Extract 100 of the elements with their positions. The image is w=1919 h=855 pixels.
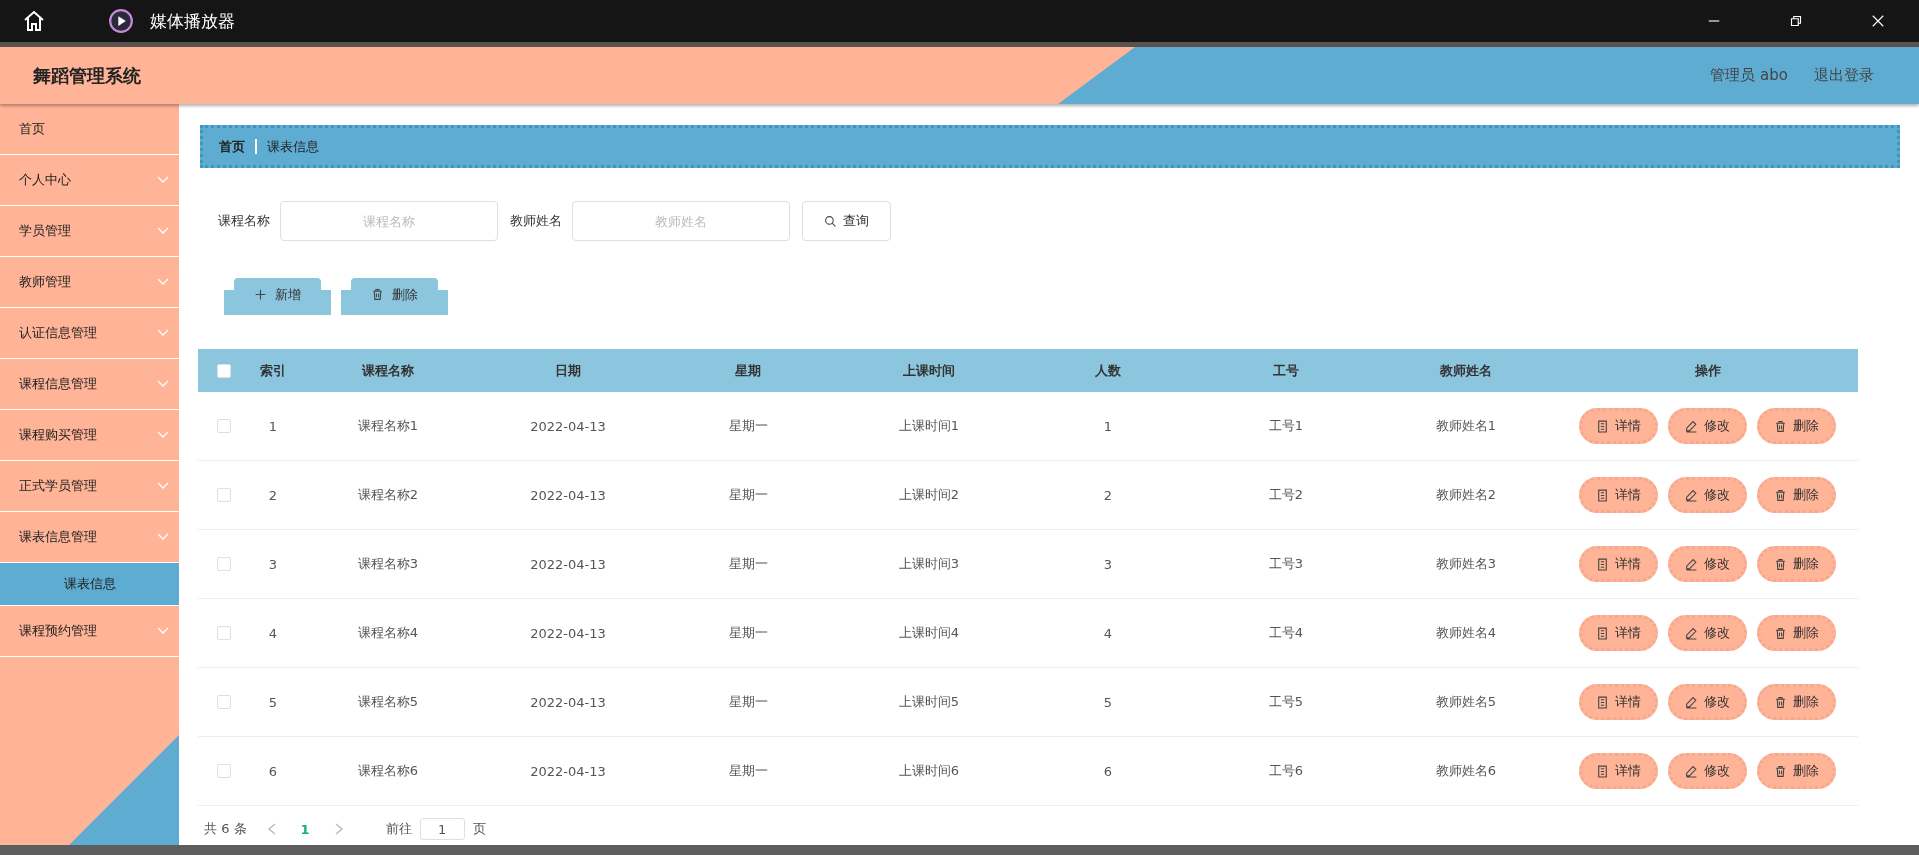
sidebar-item-label: 课程购买管理 [19, 426, 97, 444]
chevron-down-icon [157, 278, 169, 286]
sidebar-menu[interactable]: 学员管理 [0, 206, 179, 257]
details-button[interactable]: 详情 [1579, 546, 1658, 582]
sidebar-menu[interactable]: 课程信息管理 [0, 359, 179, 410]
column-header: 课程名称 [360, 361, 415, 380]
sidebar-menu[interactable]: 个人中心 [0, 155, 179, 206]
details-button[interactable]: 详情 [1579, 753, 1658, 789]
details-button[interactable]: 详情 [1579, 684, 1658, 720]
search-field[interactable]: 教师姓名 [572, 201, 790, 241]
search-field[interactable]: 课程名称 [280, 201, 498, 241]
sidebar-subitem[interactable]: 课表信息 [0, 563, 179, 606]
edit-button[interactable]: 修改 [1668, 408, 1747, 444]
sidebar-item-label: 个人中心 [19, 171, 71, 189]
delete-button[interactable]: 删除 [1757, 684, 1836, 720]
checkbox[interactable] [216, 626, 231, 640]
breadcrumb-item[interactable]: 首页 [219, 137, 245, 156]
checkbox[interactable] [216, 557, 231, 571]
details-button[interactable]: 详情 [1579, 615, 1658, 651]
chevron-down-icon [157, 329, 169, 337]
table-cell-text: 课程名称4 [356, 624, 420, 642]
field-label: 课程名称 [218, 212, 270, 230]
chevron-down-icon [157, 380, 169, 388]
search-button[interactable]: 查询 [802, 201, 891, 241]
trash-icon [1774, 764, 1787, 778]
pencil-icon [1685, 695, 1698, 709]
table-cell-text: 工号6 [1267, 762, 1305, 780]
table-cell-text: 上课时间3 [897, 555, 961, 573]
page-field[interactable]: 1 [419, 818, 465, 840]
table-cell-text: 星期一 [727, 486, 769, 504]
details-button[interactable]: 详情 [1579, 408, 1658, 444]
edit-button[interactable]: 修改 [1668, 546, 1747, 582]
sidebar-menu[interactable]: 正式学员管理 [0, 461, 179, 512]
sidebar-menu[interactable]: 课程购买管理 [0, 410, 179, 461]
document-icon [1596, 626, 1609, 640]
sidebar-item[interactable]: 首页 [0, 104, 179, 155]
table-cell-text: 课程名称2 [356, 486, 420, 504]
document-icon [1596, 695, 1609, 709]
checkbox[interactable] [216, 363, 231, 378]
app-title: 舞蹈管理系统 [33, 63, 141, 88]
search-icon [824, 214, 837, 228]
table-cell-text: 2 [267, 487, 279, 503]
table-cell-text: 2022-04-13 [529, 625, 607, 641]
table-cell-text: 星期一 [727, 693, 769, 711]
table-cell-text: 课程名称6 [356, 762, 420, 780]
checkbox[interactable] [216, 488, 231, 502]
sidebar-menu[interactable]: 认证信息管理 [0, 308, 179, 359]
trash-icon [1774, 488, 1787, 502]
chevron-down-icon [157, 533, 169, 541]
document-icon [1596, 488, 1609, 502]
table-cell-text: 2022-04-13 [529, 556, 607, 572]
table-cell-text: 4 [267, 625, 279, 641]
table-cell-text: 教师姓名6 [1434, 762, 1498, 780]
home-icon[interactable] [22, 9, 46, 33]
trash-icon [1774, 626, 1787, 640]
sidebar-item-label: 课程信息管理 [19, 375, 97, 393]
table-cell-text: 课程名称5 [356, 693, 420, 711]
table-cell-text: 2022-04-13 [529, 487, 607, 503]
chevron-down-icon [157, 482, 169, 490]
sidebar-menu[interactable]: 教师管理 [0, 257, 179, 308]
edit-button[interactable]: 修改 [1668, 477, 1747, 513]
table-cell-text: 2022-04-13 [529, 763, 607, 779]
edit-button[interactable]: 修改 [1668, 684, 1747, 720]
breadcrumb-item: 课表信息 [267, 137, 319, 156]
table-cell-text: 6 [267, 763, 279, 779]
chevron-down-icon [157, 227, 169, 235]
pencil-icon [1685, 626, 1698, 640]
logout-link[interactable]: 退出登录 [1814, 66, 1874, 85]
edit-button[interactable]: 修改 [1668, 753, 1747, 789]
checkbox[interactable] [216, 695, 231, 709]
delete-button[interactable]: 删除 [1757, 615, 1836, 651]
column-header: 工号 [1272, 361, 1300, 380]
sidebar-menu[interactable]: 课程预约管理 [0, 606, 179, 657]
chevron-down-icon [157, 176, 169, 184]
trash-icon [371, 288, 384, 301]
goto-label: 前往 [385, 820, 412, 838]
trash-icon [1774, 419, 1787, 433]
table-cell-text: 工号5 [1267, 693, 1305, 711]
chevron-down-icon [157, 431, 169, 439]
edit-button[interactable]: 修改 [1668, 615, 1747, 651]
table-cell-text: 3 [1102, 556, 1114, 572]
chevron-right-icon[interactable] [333, 823, 344, 835]
delete-button[interactable]: 删除 [1757, 408, 1836, 444]
table-cell-text: 上课时间4 [897, 624, 961, 642]
chevron-left-icon[interactable] [266, 823, 277, 835]
checkbox[interactable] [216, 764, 231, 778]
table-cell-text: 5 [267, 694, 279, 710]
table-cell-text: 上课时间2 [897, 486, 961, 504]
details-button[interactable]: 详情 [1579, 477, 1658, 513]
table-cell-text: 2 [1102, 487, 1114, 503]
pencil-icon [1685, 419, 1698, 433]
delete-button[interactable]: 删除 [1757, 477, 1836, 513]
sidebar-item-label: 课程预约管理 [19, 622, 97, 640]
document-icon [1596, 764, 1609, 778]
window-title: 媒体播放器 [150, 9, 235, 33]
table-cell-text: 3 [267, 556, 279, 572]
delete-button[interactable]: 删除 [1757, 546, 1836, 582]
delete-button[interactable]: 删除 [1757, 753, 1836, 789]
table-cell-text: 教师姓名4 [1434, 624, 1498, 642]
checkbox[interactable] [216, 419, 231, 433]
